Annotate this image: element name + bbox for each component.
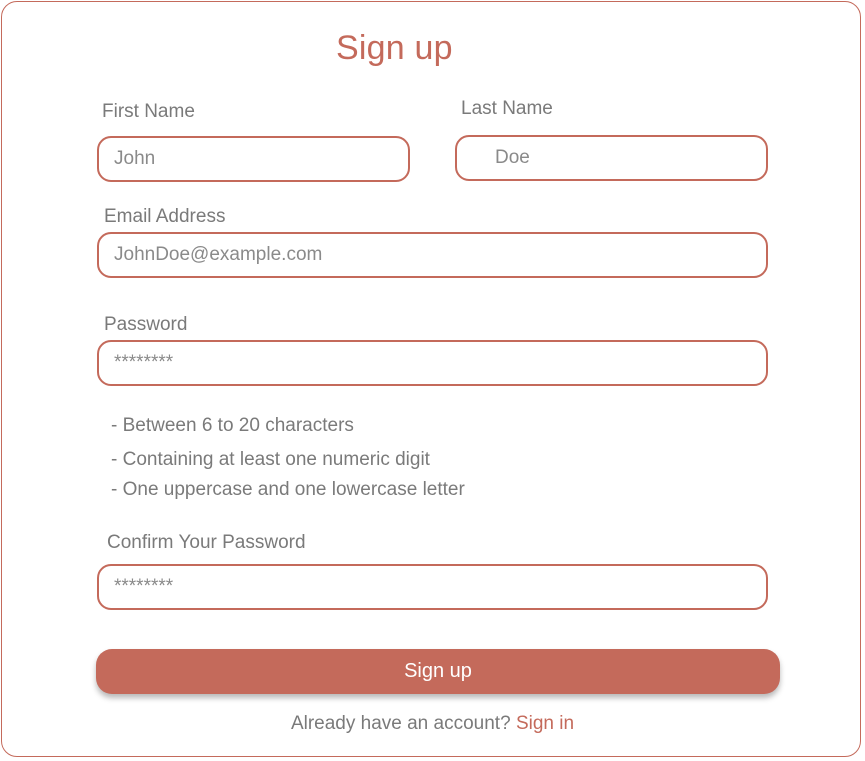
page-title: Sign up (336, 29, 453, 67)
sign-in-link[interactable]: Sign in (516, 713, 574, 734)
confirm-password-label: Confirm Your Password (107, 532, 306, 553)
confirm-password-field[interactable]: ******** (97, 564, 768, 610)
email-field[interactable]: JohnDoe@example.com (97, 232, 768, 278)
signin-prompt-text: Already have an account? (290, 713, 511, 734)
signin-prompt: Already have an account? Sign in (0, 713, 865, 735)
last-name-label: Last Name (461, 98, 553, 119)
signup-card: Sign up First Name John Last Name Doe Em… (1, 1, 861, 757)
sign-up-button[interactable]: Sign up (96, 649, 780, 694)
first-name-label: First Name (102, 101, 195, 122)
password-rule-length: - Between 6 to 20 characters (111, 415, 354, 436)
password-rule-case: - One uppercase and one lowercase letter (111, 479, 465, 500)
password-rule-digit: - Containing at least one numeric digit (111, 449, 430, 470)
first-name-field[interactable]: John (97, 136, 410, 182)
last-name-field[interactable]: Doe (455, 135, 768, 181)
password-field[interactable]: ******** (97, 340, 768, 386)
email-label: Email Address (104, 206, 226, 227)
password-label: Password (104, 314, 188, 335)
